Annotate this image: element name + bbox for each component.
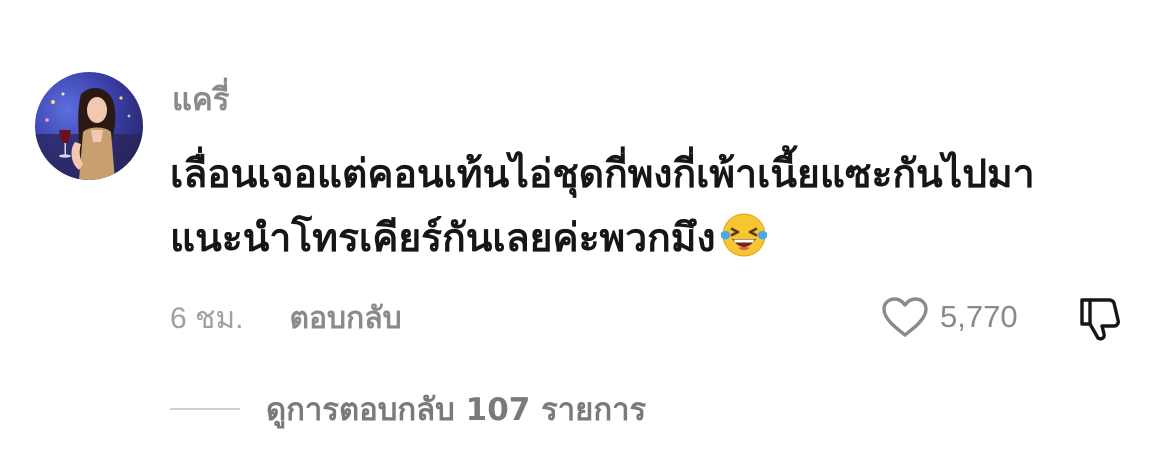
profile-photo-icon bbox=[35, 88, 143, 180]
timestamp: 6 ชม. bbox=[170, 301, 244, 335]
comment-text: เลื่อนเจอแต่คอนเท้นไอ่ชุดกี่พงกี่เพ้าเนี… bbox=[170, 143, 1130, 271]
like-button[interactable]: 5,770 bbox=[880, 294, 1018, 340]
comment-line-2-text: แนะนำโทรเคียร์กันเลยค่ะพวกมึง bbox=[170, 216, 716, 261]
comment-line-1: เลื่อนเจอแต่คอนเท้นไอ่ชุดกี่พงกี่เพ้าเนี… bbox=[170, 152, 1035, 197]
reply-button[interactable]: ตอบกลับ bbox=[290, 295, 402, 342]
username[interactable]: แครี่ bbox=[172, 80, 229, 120]
laughing-emoji-icon bbox=[720, 213, 767, 257]
view-replies-label[interactable]: ดูการตอบกลับ 107 รายการ bbox=[266, 384, 646, 434]
view-replies-button[interactable]: ดูการตอบกลับ 107 รายการ bbox=[170, 386, 646, 432]
like-count: 5,770 bbox=[940, 299, 1018, 334]
comment-line-2: แนะนำโทรเคียร์กันเลยค่ะพวกมึง bbox=[170, 207, 1130, 271]
replies-divider bbox=[170, 408, 240, 410]
comment-meta: 6 ชม. ตอบกลับ bbox=[170, 296, 402, 340]
heart-icon[interactable] bbox=[880, 295, 930, 339]
thumbs-down-icon[interactable] bbox=[1074, 294, 1124, 344]
avatar[interactable] bbox=[35, 72, 143, 180]
